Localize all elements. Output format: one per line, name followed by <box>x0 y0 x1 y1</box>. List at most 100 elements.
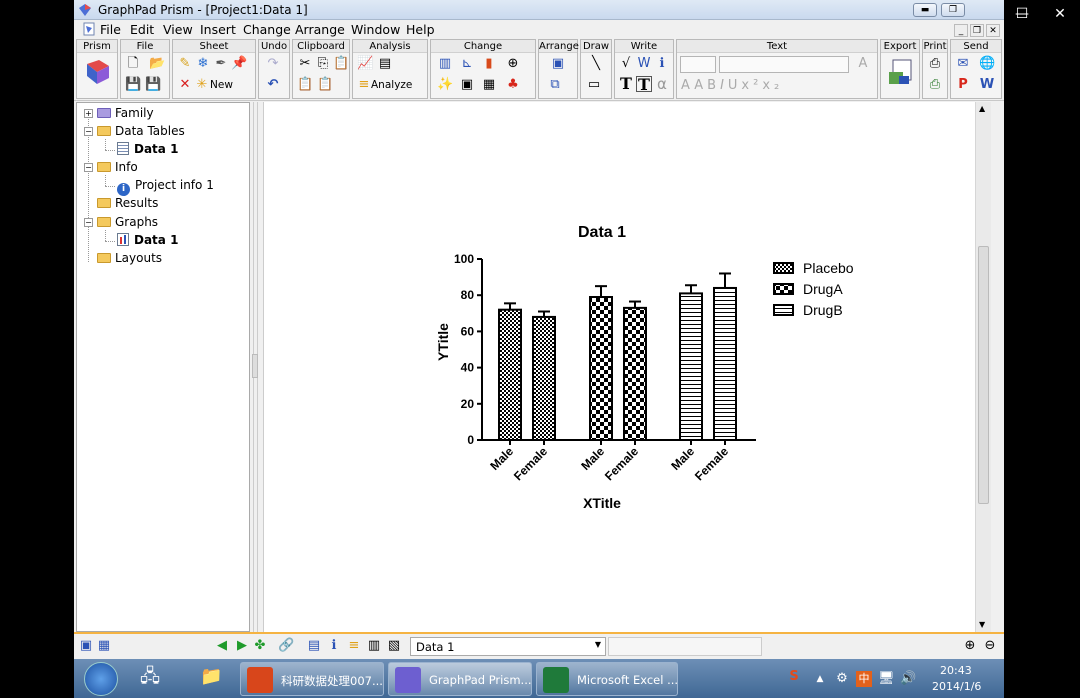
menu-insert[interactable]: Insert <box>200 22 236 37</box>
link-icon[interactable]: 🔗 <box>278 638 294 654</box>
export-icon[interactable] <box>887 58 915 88</box>
sheet-data-icon[interactable]: ▤ <box>306 638 322 654</box>
pin-icon[interactable]: 📌 <box>231 56 247 72</box>
scroll-down-icon[interactable]: ▼ <box>979 620 985 629</box>
restore-button[interactable]: ❐ <box>941 3 965 17</box>
pencil-icon[interactable]: ✎ <box>177 56 193 72</box>
info-icon[interactable]: ℹ <box>654 56 670 72</box>
word-icon[interactable]: W <box>636 56 652 72</box>
eyedropper-icon[interactable]: ✒ <box>213 56 229 72</box>
send-email-icon[interactable]: ✉ <box>955 56 971 72</box>
previous-sheet-icon[interactable]: ◀ <box>214 638 230 654</box>
go-back-icon[interactable]: ✤ <box>252 638 268 654</box>
scroll-thumb[interactable] <box>978 246 989 504</box>
powerpoint-icon[interactable]: P <box>955 77 971 93</box>
expand-family[interactable]: + <box>84 109 93 118</box>
results-icon[interactable]: ▤ <box>377 56 393 72</box>
mdi-close-button[interactable]: ✕ <box>986 24 1000 37</box>
symbol-icon[interactable]: α <box>654 76 670 92</box>
save-as-icon[interactable]: 💾 <box>145 77 161 93</box>
axis-icon[interactable]: ⊾ <box>459 56 475 72</box>
print-preview-icon[interactable]: ⎙ <box>927 77 943 93</box>
line-icon[interactable]: ╲ <box>588 56 604 72</box>
next-sheet-icon[interactable]: ▶ <box>234 638 250 654</box>
bar-chart[interactable]: Data 1 YTitle XTitle 020406080100MaleFem… <box>264 102 976 632</box>
sheet-info-icon[interactable]: ℹ <box>326 638 342 654</box>
mdi-minimize-button[interactable]: _ <box>954 24 968 37</box>
collapse-data-tables[interactable]: − <box>84 127 93 136</box>
sheet-layout-icon[interactable]: ▧ <box>386 638 402 654</box>
open-folder-icon[interactable]: 📂 <box>149 56 165 72</box>
tree-data-tables[interactable]: Data Tables <box>97 124 185 138</box>
vertical-scrollbar[interactable]: ▲ ▼ <box>975 102 991 632</box>
new-sheet-label[interactable]: New <box>210 79 233 91</box>
text-icon[interactable]: T <box>618 76 634 92</box>
delete-icon[interactable]: ✕ <box>177 77 193 93</box>
menu-file[interactable]: File <box>100 22 121 37</box>
tree-project-info-1[interactable]: i Project info 1 <box>117 178 214 196</box>
arrange-icon[interactable]: ⧉ <box>547 77 563 93</box>
zoom-in-icon[interactable]: ⊕ <box>962 638 978 654</box>
menu-help[interactable]: Help <box>406 22 435 37</box>
sheet-results-icon[interactable]: ≡ <box>346 638 362 654</box>
tree-graphs[interactable]: Graphs <box>97 215 158 229</box>
format-graph-icon[interactable]: ▣ <box>459 77 475 93</box>
tree-data-1[interactable]: Data 1 <box>117 142 178 156</box>
paste-special-icon[interactable]: 📋 <box>333 56 349 72</box>
symbols-icon[interactable]: ⊕ <box>505 56 521 72</box>
tray-expand-icon[interactable]: ▲ <box>812 671 828 687</box>
new-sheet-icon[interactable]: ✳ <box>194 77 210 93</box>
scroll-up-icon[interactable]: ▲ <box>979 104 985 113</box>
network-icon[interactable]: 🖥 <box>878 671 895 687</box>
analysis-chart-icon[interactable]: 📈 <box>357 56 373 72</box>
menu-view[interactable]: View <box>163 22 193 37</box>
save-icon[interactable]: 💾 <box>125 77 141 93</box>
align-icon[interactable]: ▣ <box>550 56 566 72</box>
redo-icon[interactable]: ↷ <box>265 56 281 72</box>
volume-icon[interactable]: 🔊 <box>900 671 916 687</box>
sogou-icon[interactable]: S <box>786 669 802 685</box>
font-color-icon[interactable]: A <box>855 56 871 72</box>
explorer-icon[interactable]: 📁 <box>200 668 222 686</box>
bars-icon[interactable]: ▮ <box>481 56 497 72</box>
font-family-combo[interactable] <box>719 56 849 73</box>
tree-graph-data-1[interactable]: Data 1 <box>117 233 178 247</box>
tree-family[interactable]: Family <box>97 106 154 120</box>
menu-arrange[interactable]: Arrange <box>295 22 345 37</box>
mdi-restore-button[interactable]: ❐ <box>970 24 984 37</box>
taskbar-prism[interactable]: GraphPad Prism... <box>388 662 532 696</box>
minimize-button[interactable]: ▬ <box>913 3 937 17</box>
menu-window[interactable]: Window <box>351 22 400 37</box>
outer-maximize-button[interactable]: ☐ <box>1004 3 1040 25</box>
zoom-out-icon[interactable]: ⊖ <box>982 638 998 654</box>
start-button[interactable] <box>84 662 118 696</box>
collapse-graphs[interactable]: − <box>84 218 93 227</box>
network-app-icon[interactable]: 🖧 <box>140 668 160 686</box>
panel-splitter[interactable] <box>251 102 263 632</box>
text-box-icon[interactable]: T <box>636 76 652 93</box>
cut-icon[interactable]: ✂ <box>297 56 313 72</box>
graph-type-icon[interactable]: ▥ <box>437 56 453 72</box>
tree-results[interactable]: Results <box>97 196 158 210</box>
taskbar-powerpoint[interactable]: 科研数据处理007... <box>240 662 384 696</box>
prism-icon[interactable] <box>83 58 113 86</box>
tree-layouts[interactable]: Layouts <box>97 251 162 265</box>
format-axes-icon[interactable]: ▦ <box>481 77 497 93</box>
rectangle-icon[interactable]: ▭ <box>586 77 602 93</box>
menu-edit[interactable]: Edit <box>130 22 154 37</box>
equation-icon[interactable]: √ <box>618 56 634 72</box>
sheet-selector[interactable]: Data 1 ▼ <box>410 637 606 656</box>
menu-change[interactable]: Change <box>243 22 291 37</box>
new-file-icon[interactable]: 🗋 <box>125 56 141 72</box>
text-format-icons[interactable]: AABIUx²x₂ <box>681 78 783 93</box>
analyze-button[interactable]: Analyze <box>371 79 412 91</box>
view-page-icon[interactable]: ▣ <box>78 638 94 654</box>
magic-wand-icon[interactable]: ✨ <box>437 77 453 93</box>
ime-indicator[interactable]: 中 <box>856 671 872 687</box>
print-icon[interactable]: ⎙ <box>927 56 943 72</box>
undo-icon[interactable]: ↶ <box>265 77 281 93</box>
outer-close-button[interactable]: ✕ <box>1042 3 1078 25</box>
font-size-combo[interactable] <box>680 56 716 73</box>
paste-link-icon[interactable]: 📋 <box>317 77 333 93</box>
globe-icon[interactable]: 🌐 <box>979 56 995 72</box>
